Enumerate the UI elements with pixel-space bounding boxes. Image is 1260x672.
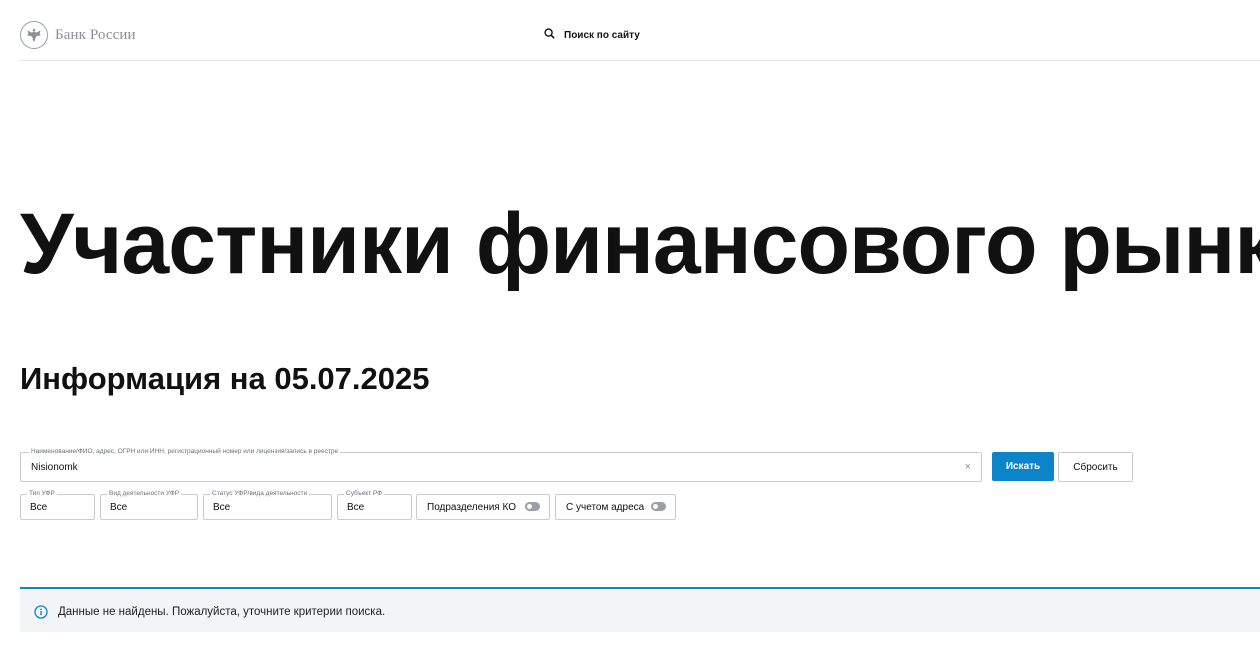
activity-type-label: Вид деятельности УФР [107, 489, 182, 499]
region-select[interactable]: Субъект РФ Все [337, 489, 412, 520]
ko-divisions-toggle[interactable]: Подразделения КО [416, 494, 550, 520]
main-search-input[interactable] [31, 460, 951, 474]
toggle-switch-icon[interactable] [525, 502, 540, 511]
info-icon [34, 605, 48, 624]
eagle-emblem-icon [20, 21, 48, 49]
ufr-type-label: Тип УФР [27, 489, 57, 499]
site-search-label: Поиск по сайту [564, 29, 640, 41]
activity-type-value: Все [110, 502, 128, 513]
toggle-switch-icon[interactable] [651, 502, 666, 511]
activity-type-select[interactable]: Вид деятельности УФР Все [100, 489, 198, 520]
main-search-field: Наименование/ФИО, адрес, ОГРН или ИНН, р… [20, 447, 982, 482]
page-title: Участники финансового рынка [20, 196, 1260, 292]
status-select[interactable]: Статус УФР/вида деятельности Все [203, 489, 332, 520]
info-date-title: Информация на 05.07.2025 [20, 361, 430, 396]
region-value: Все [347, 502, 365, 513]
main-search-label: Наименование/ФИО, адрес, ОГРН или ИНН, р… [29, 447, 341, 457]
region-label: Субъект РФ [344, 489, 385, 499]
site-search-button[interactable]: Поиск по сайту [544, 26, 640, 44]
status-label: Статус УФР/вида деятельности [210, 489, 310, 499]
ko-divisions-label: Подразделения КО [427, 501, 516, 513]
search-icon [544, 26, 555, 44]
bank-logo[interactable]: Банк России [20, 20, 136, 50]
logo-text: Банк России [55, 26, 136, 43]
clear-icon[interactable]: × [965, 460, 971, 474]
page: Банк России Поиск по сайту Участники фин… [0, 0, 1260, 672]
ufr-type-value: Все [30, 502, 48, 513]
ufr-type-select[interactable]: Тип УФР Все [20, 489, 95, 520]
site-header: Банк России Поиск по сайту [20, 0, 1260, 61]
search-button[interactable]: Искать [992, 452, 1054, 481]
notice-text: Данные не найдены. Пожалуйста, уточните … [58, 606, 386, 618]
status-value: Все [213, 502, 231, 513]
with-address-toggle[interactable]: С учетом адреса [555, 494, 676, 520]
reset-button[interactable]: Сбросить [1058, 452, 1133, 482]
no-results-notice: Данные не найдены. Пожалуйста, уточните … [20, 587, 1260, 632]
with-address-label: С учетом адреса [566, 501, 645, 513]
